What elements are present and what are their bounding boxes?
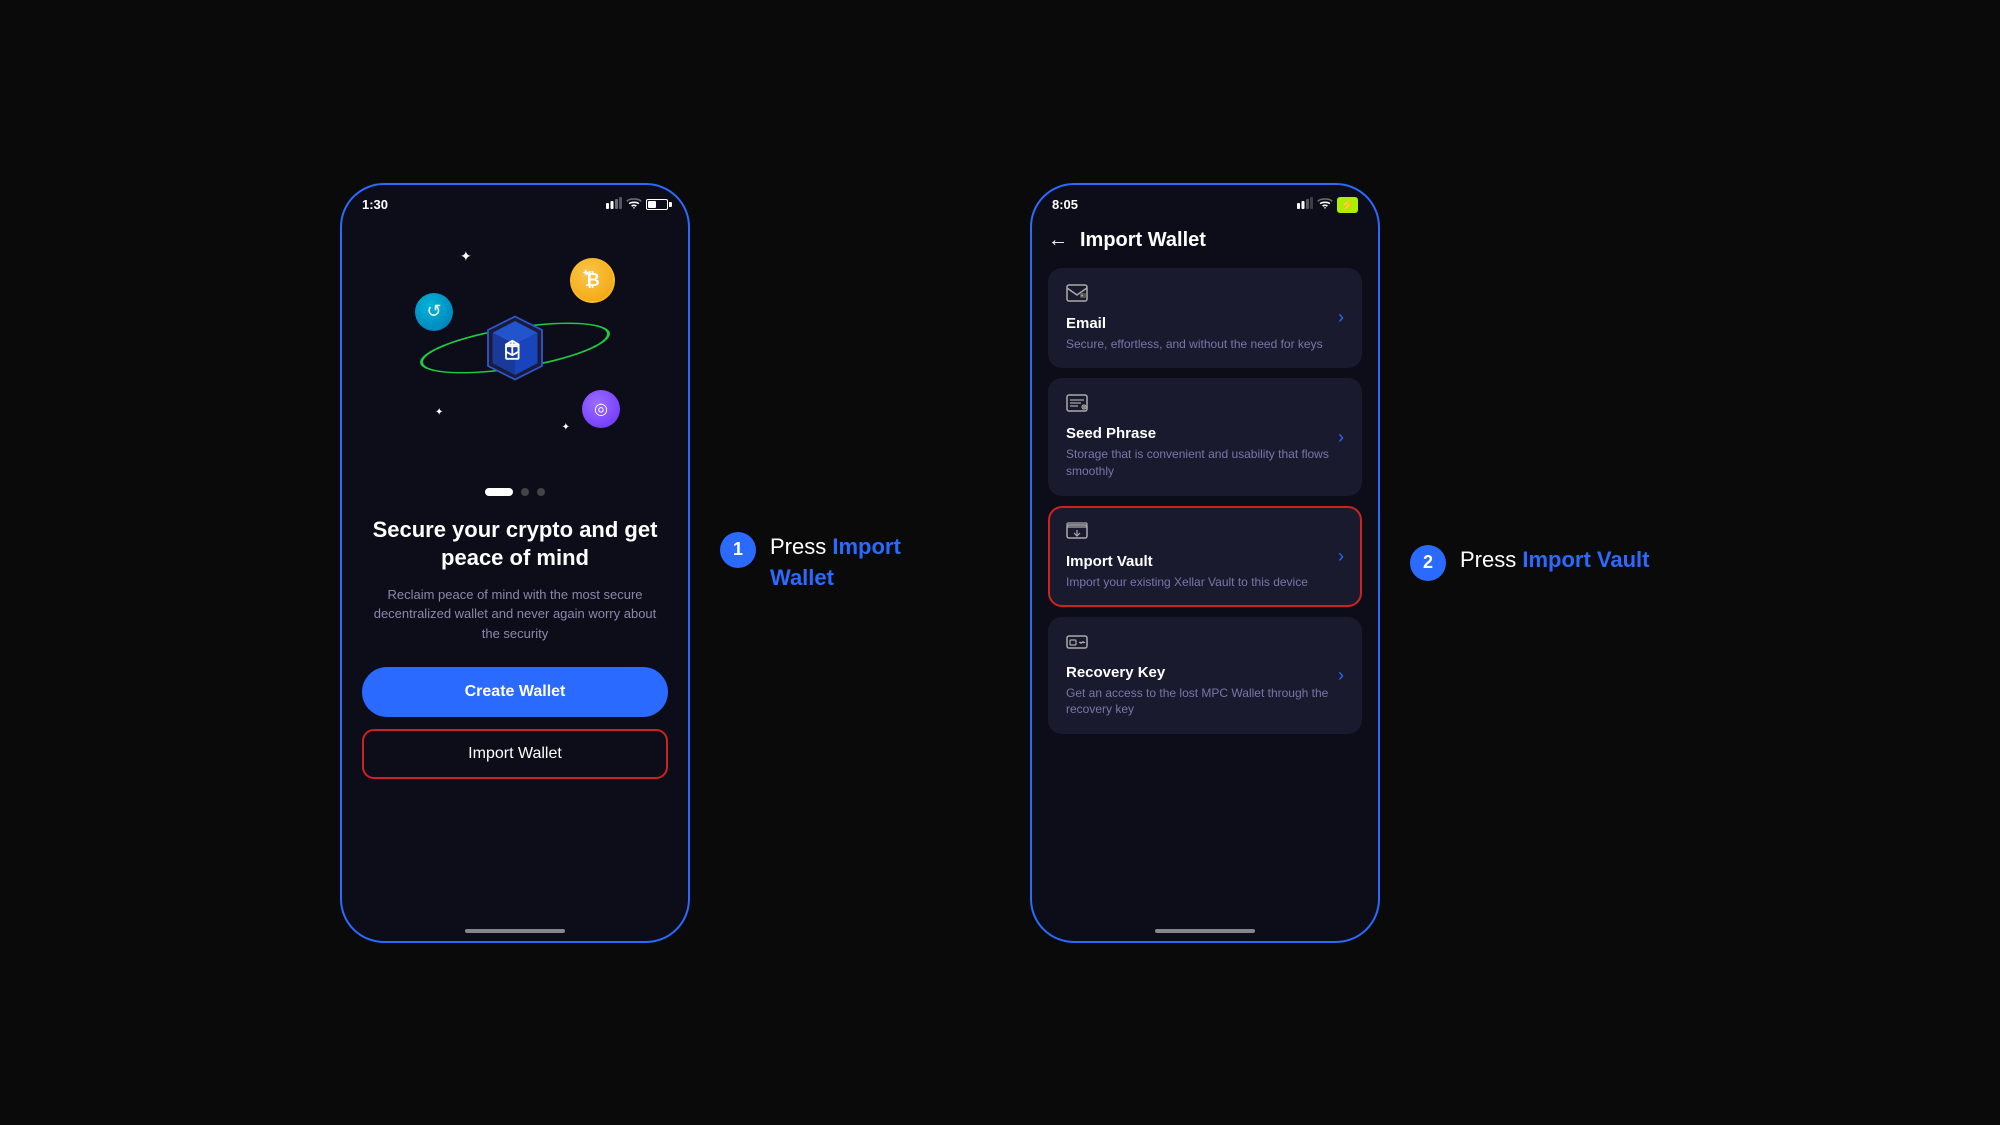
- star-icon-1: ✦: [460, 248, 472, 265]
- step1-instruction: 1 Press Import Wallet: [720, 532, 970, 594]
- home-indicator-1: [465, 929, 565, 933]
- option-vault-icon-row: [1066, 522, 1338, 545]
- option-email-icon-row: [1066, 284, 1338, 307]
- signal-icon-1: [606, 197, 622, 212]
- screen2-header: ← Import Wallet: [1032, 219, 1378, 260]
- bolt-icon: ⚡: [1337, 197, 1358, 213]
- chevron-right-vault: ›: [1338, 546, 1344, 567]
- email-icon: [1066, 284, 1088, 307]
- seed-phrase-icon: [1066, 394, 1088, 417]
- option-email-left: Email Secure, effortless, and without th…: [1066, 284, 1338, 353]
- option-import-vault[interactable]: Import Vault Import your existing Xellar…: [1048, 506, 1362, 607]
- wifi-icon-1: [626, 197, 642, 212]
- status-icons-1: [606, 197, 668, 212]
- option-seed-desc: Storage that is convenient and usability…: [1066, 446, 1338, 480]
- option-recovery-title: Recovery Key: [1066, 664, 1338, 681]
- home-indicator-2: [1155, 929, 1255, 933]
- import-options-list: Email Secure, effortless, and without th…: [1032, 260, 1378, 743]
- star-icon-3: ✦: [435, 407, 443, 418]
- eth-coin-icon: ◎: [582, 390, 620, 428]
- option-vault-title: Import Vault: [1066, 553, 1338, 570]
- option-email-title: Email: [1066, 315, 1338, 332]
- step-number-1: 1: [720, 532, 756, 568]
- option-vault-left: Import Vault Import your existing Xellar…: [1066, 522, 1338, 591]
- step1-text-block: Press Import Wallet: [770, 532, 970, 594]
- option-seed-title: Seed Phrase: [1066, 425, 1338, 442]
- back-button[interactable]: ←: [1048, 229, 1068, 252]
- dot-1: [485, 488, 513, 496]
- option-seed-phrase[interactable]: Seed Phrase Storage that is convenient a…: [1048, 378, 1362, 496]
- chevron-right-recovery: ›: [1338, 665, 1344, 686]
- phone-screen-1: 1:30: [340, 183, 690, 943]
- screen2-page-title: Import Wallet: [1080, 229, 1206, 252]
- option-recovery-key[interactable]: Recovery Key Get an access to the lost M…: [1048, 617, 1362, 735]
- dot-2: [521, 488, 529, 496]
- option-email-desc: Secure, effortless, and without the need…: [1066, 336, 1338, 353]
- signal-icon-2: [1297, 197, 1313, 212]
- arrow-coin-icon: ↺: [415, 293, 453, 331]
- option-recovery-desc: Get an access to the lost MPC Wallet thr…: [1066, 685, 1338, 719]
- option-seed-left: Seed Phrase Storage that is convenient a…: [1066, 394, 1338, 480]
- hero-illustration: ✦ ✦ ✦ ✦: [405, 238, 625, 458]
- step-number-2: 2: [1410, 545, 1446, 581]
- btc-coin-icon: ₿: [570, 258, 615, 303]
- status-bar-1: 1:30: [342, 185, 688, 218]
- time-display-1: 1:30: [362, 197, 388, 212]
- status-bar-2: 8:05: [1032, 185, 1378, 219]
- wifi-icon-2: [1317, 197, 1333, 212]
- star-icon-4: ✦: [562, 422, 570, 433]
- chevron-right-email: ›: [1338, 307, 1344, 328]
- chevron-right-seed: ›: [1338, 427, 1344, 448]
- step1-label: Press Import Wallet: [770, 532, 970, 594]
- dot-3: [537, 488, 545, 496]
- recovery-key-icon: [1066, 633, 1088, 656]
- option-vault-desc: Import your existing Xellar Vault to thi…: [1066, 574, 1338, 591]
- cube-icon: [470, 303, 560, 393]
- step2-label: Press Import Vault: [1460, 545, 1649, 576]
- import-wallet-button-screen1[interactable]: Import Wallet: [362, 729, 668, 779]
- battery-icon-1: [646, 199, 668, 210]
- section-step1: 1:30: [340, 183, 970, 943]
- option-email[interactable]: Email Secure, effortless, and without th…: [1048, 268, 1362, 369]
- page-dots: [485, 488, 545, 496]
- option-recovery-icon-row: [1066, 633, 1338, 656]
- option-recovery-left: Recovery Key Get an access to the lost M…: [1066, 633, 1338, 719]
- option-seed-icon-row: [1066, 394, 1338, 417]
- status-icons-2: ⚡: [1297, 197, 1358, 213]
- step2-text-block: Press Import Vault: [1460, 545, 1660, 576]
- import-vault-icon: [1066, 522, 1088, 545]
- star-icon-2: ✦: [582, 268, 590, 279]
- create-wallet-button[interactable]: Create Wallet: [362, 667, 668, 717]
- section-step2: 8:05: [1030, 183, 1660, 943]
- step2-instruction: 2 Press Import Vault: [1410, 545, 1660, 581]
- screen1-subtitle: Reclaim peace of mind with the most secu…: [362, 585, 668, 644]
- time-display-2: 8:05: [1052, 197, 1078, 212]
- screen1-title: Secure your crypto and get peace of mind: [362, 516, 668, 573]
- phone-screen-2: 8:05: [1030, 183, 1380, 943]
- screen1-content: ✦ ✦ ✦ ✦: [342, 218, 688, 924]
